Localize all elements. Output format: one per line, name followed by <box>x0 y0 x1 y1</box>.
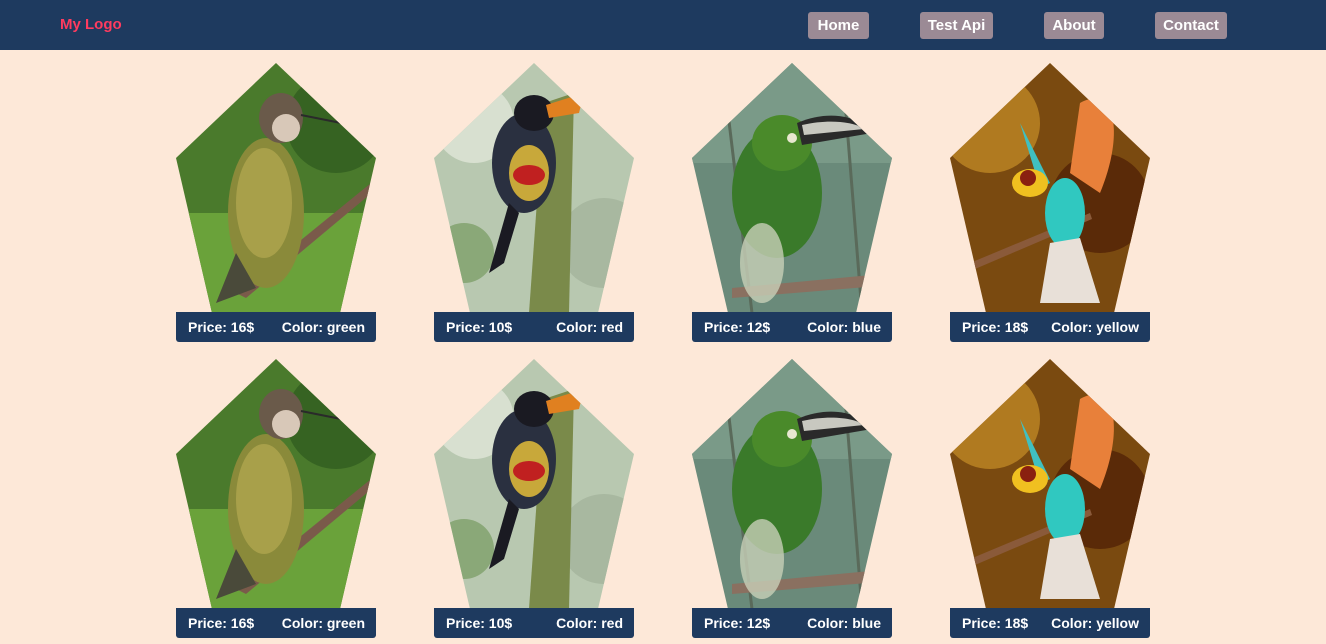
product-card[interactable]: Price: 12$ Color: blue <box>692 63 892 343</box>
color-label: Color: blue <box>807 319 881 335</box>
product-info-bar: Price: 10$ Color: red <box>434 608 634 638</box>
product-card[interactable]: Price: 12$ Color: blue <box>692 359 892 639</box>
price-label: Price: 18$ <box>962 615 1029 631</box>
logo[interactable]: My Logo <box>60 16 122 33</box>
price-label: Price: 16$ <box>188 615 255 631</box>
hummingbird-image <box>176 359 376 609</box>
aracari-image <box>434 63 634 313</box>
nav-test-api-button[interactable]: Test Api <box>920 12 993 39</box>
product-card[interactable]: Price: 16$ Color: green <box>176 359 376 639</box>
price-label: Price: 16$ <box>188 319 255 335</box>
product-info-bar: Price: 18$ Color: yellow <box>950 608 1150 638</box>
product-info-bar: Price: 16$ Color: green <box>176 608 376 638</box>
nav-contact-button[interactable]: Contact <box>1155 12 1227 39</box>
hummingbird-image <box>176 63 376 313</box>
product-info-bar: Price: 10$ Color: red <box>434 312 634 342</box>
color-label: Color: yellow <box>1051 615 1139 631</box>
color-label: Color: yellow <box>1051 319 1139 335</box>
product-card[interactable]: Price: 16$ Color: green <box>176 63 376 343</box>
product-card[interactable]: Price: 18$ Color: yellow <box>950 359 1150 639</box>
product-info-bar: Price: 12$ Color: blue <box>692 312 892 342</box>
color-label: Color: red <box>556 615 623 631</box>
color-label: Color: green <box>281 615 365 631</box>
color-label: Color: blue <box>807 615 881 631</box>
price-label: Price: 12$ <box>704 319 771 335</box>
product-card[interactable]: Price: 18$ Color: yellow <box>950 63 1150 343</box>
product-card[interactable]: Price: 10$ Color: red <box>434 359 634 639</box>
bee-eater-image <box>950 63 1150 313</box>
color-label: Color: green <box>281 319 365 335</box>
navbar: My Logo Home Test Api About Contact <box>0 0 1326 50</box>
aracari-image <box>434 359 634 609</box>
price-label: Price: 12$ <box>704 615 771 631</box>
nav-about-button[interactable]: About <box>1044 12 1104 39</box>
price-label: Price: 10$ <box>446 319 513 335</box>
bee-eater-image <box>950 359 1150 609</box>
nav-home-button[interactable]: Home <box>808 12 869 39</box>
product-info-bar: Price: 12$ Color: blue <box>692 608 892 638</box>
product-info-bar: Price: 18$ Color: yellow <box>950 312 1150 342</box>
price-label: Price: 18$ <box>962 319 1029 335</box>
product-card[interactable]: Price: 10$ Color: red <box>434 63 634 343</box>
price-label: Price: 10$ <box>446 615 513 631</box>
toucanet-image <box>692 63 892 313</box>
product-info-bar: Price: 16$ Color: green <box>176 312 376 342</box>
toucanet-image <box>692 359 892 609</box>
color-label: Color: red <box>556 319 623 335</box>
